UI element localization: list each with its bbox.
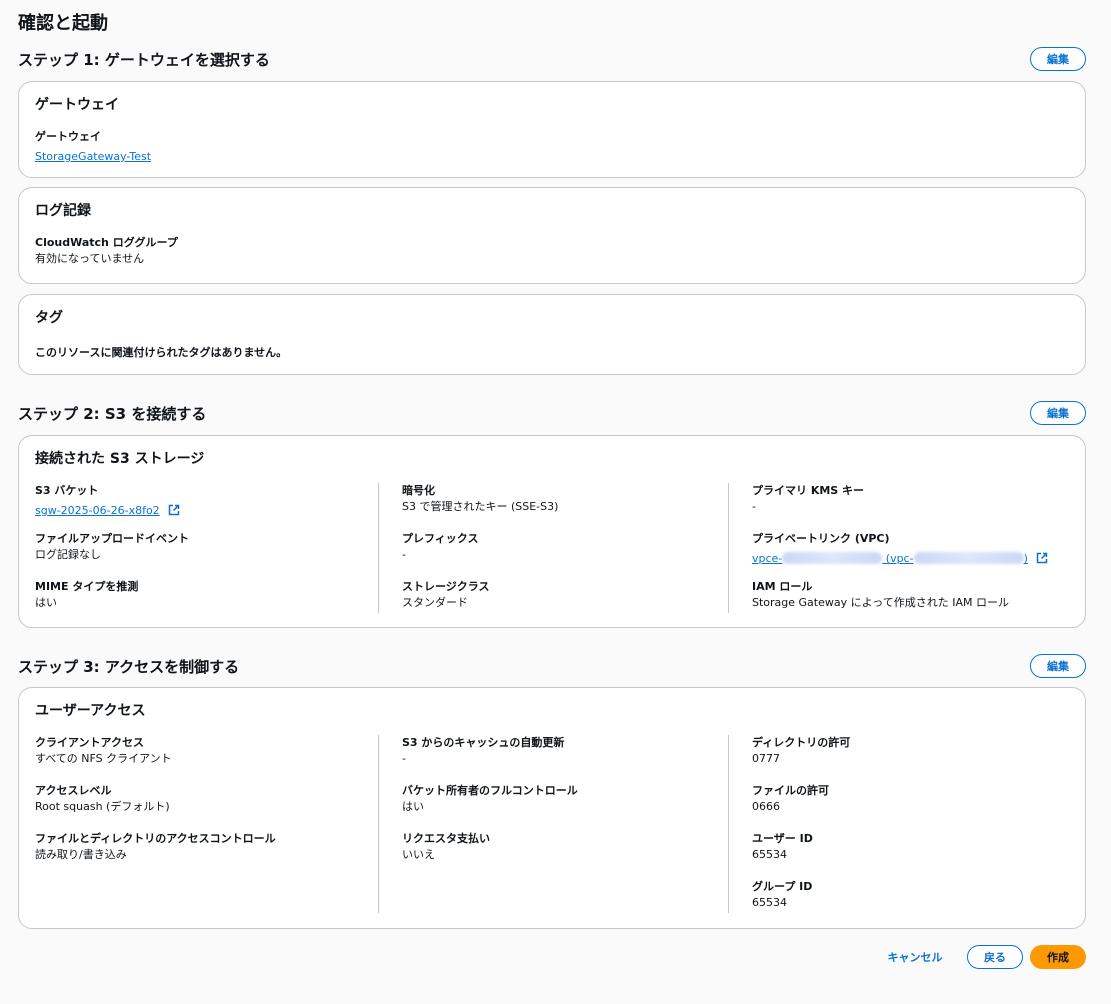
s3-bucket-link[interactable]: sgw-2025-06-26-x8fo2: [35, 504, 160, 517]
cache-refresh-label: S3 からのキャッシュの自動更新: [402, 736, 565, 749]
gateway-label: ゲートウェイ: [35, 130, 101, 143]
user-access-card: ユーザーアクセス クライアントアクセス すべての NFS クライアント アクセス…: [18, 687, 1086, 929]
user-id-field: ユーザー ID 65534: [752, 831, 813, 863]
tags-card: タグ このリソースに関連付けられたタグはありません。: [18, 294, 1086, 375]
step2-title: ステップ 2: S3 を接続する: [18, 404, 207, 423]
prefix-field: プレフィックス -: [402, 531, 478, 563]
encryption-label: 暗号化: [402, 484, 435, 497]
file-permission-field: ファイルの許可 0666: [752, 783, 829, 815]
bucket-owner-value: はい: [402, 800, 424, 813]
external-link-icon[interactable]: [168, 504, 180, 516]
create-button[interactable]: 作成: [1030, 945, 1086, 969]
dir-permission-label: ディレクトリの許可: [752, 736, 851, 749]
vpc-endpoint-link[interactable]: vpce- (vpc-): [752, 552, 1028, 565]
private-link-field: プライベートリンク (VPC) vpce- (vpc-): [752, 531, 1048, 567]
step2-header: ステップ 2: S3 を接続する 編集: [18, 401, 1086, 425]
vpc-suffix: ): [1023, 552, 1028, 565]
group-id-label: グループ ID: [752, 880, 813, 893]
encryption-value: S3 で管理されたキー (SSE-S3): [402, 500, 559, 513]
step2-edit-button[interactable]: 編集: [1030, 401, 1086, 425]
gateway-card: ゲートウェイ ゲートウェイ StorageGateway-Test: [18, 81, 1086, 178]
step1-edit-button[interactable]: 編集: [1030, 47, 1086, 71]
user-id-value: 65534: [752, 848, 787, 861]
redacted-text: [913, 552, 1024, 564]
storage-class-value: スタンダード: [402, 596, 468, 609]
redacted-text: [782, 552, 883, 564]
prefix-label: プレフィックス: [402, 532, 479, 545]
s3-bucket-field: S3 バケット sgw-2025-06-26-x8fo2: [35, 483, 180, 519]
file-dir-access-label: ファイルとディレクトリのアクセスコントロール: [35, 832, 276, 845]
cloudwatch-field: CloudWatch ロググループ 有効になっていません: [35, 235, 178, 267]
storage-class-label: ストレージクラス: [402, 580, 490, 593]
requester-pays-field: リクエスタ支払い いいえ: [402, 831, 490, 863]
access-level-value: Root squash (デフォルト): [35, 800, 170, 813]
cloudwatch-value: 有効になっていません: [35, 252, 145, 265]
prefix-value: -: [402, 548, 406, 561]
cache-refresh-field: S3 からのキャッシュの自動更新 -: [402, 735, 564, 767]
primary-kms-key-label: プライマリ KMS キー: [752, 484, 865, 497]
logging-card: ログ記録 CloudWatch ロググループ 有効になっていません: [18, 187, 1086, 284]
user-access-card-title: ユーザーアクセス: [35, 703, 146, 719]
vpc-prefix: (vpc-: [882, 552, 914, 565]
dir-permission-value: 0777: [752, 752, 780, 765]
s3-storage-card-title: 接続された S3 ストレージ: [35, 451, 205, 467]
group-id-field: グループ ID 65534: [752, 879, 812, 911]
column-divider: [728, 483, 729, 613]
encryption-field: 暗号化 S3 で管理されたキー (SSE-S3): [402, 483, 558, 515]
s3-storage-card: 接続された S3 ストレージ S3 バケット sgw-2025-06-26-x8…: [18, 435, 1086, 628]
step3-header: ステップ 3: アクセスを制御する 編集: [18, 654, 1086, 678]
requester-pays-value: いいえ: [402, 848, 435, 861]
step3-title: ステップ 3: アクセスを制御する: [18, 657, 240, 676]
file-dir-access-value: 読み取り/書き込み: [35, 848, 127, 861]
tags-card-title: タグ: [35, 310, 63, 326]
file-permission-label: ファイルの許可: [752, 784, 829, 797]
back-button[interactable]: 戻る: [967, 945, 1023, 969]
gateway-card-title: ゲートウェイ: [35, 97, 119, 113]
mime-type-label: MIME タイプを推測: [35, 580, 139, 593]
storage-class-field: ストレージクラス スタンダード: [402, 579, 490, 611]
client-access-label: クライアントアクセス: [35, 736, 145, 749]
column-divider: [378, 483, 379, 613]
file-permission-value: 0666: [752, 800, 780, 813]
external-link-icon[interactable]: [1036, 552, 1048, 564]
step1-title: ステップ 1: ゲートウェイを選択する: [18, 50, 270, 69]
cloudwatch-label: CloudWatch ロググループ: [35, 236, 178, 249]
iam-role-field: IAM ロール Storage Gateway によって作成された IAM ロー…: [752, 579, 1009, 611]
user-id-label: ユーザー ID: [752, 832, 813, 845]
iam-role-value: Storage Gateway によって作成された IAM ロール: [752, 596, 1009, 609]
primary-kms-key-value: -: [752, 500, 756, 513]
access-level-label: アクセスレベル: [35, 784, 112, 797]
group-id-value: 65534: [752, 896, 787, 909]
bucket-owner-field: バケット所有者のフルコントロール はい: [402, 783, 578, 815]
vpce-prefix: vpce-: [752, 552, 783, 565]
file-upload-event-field: ファイルアップロードイベント ログ記録なし: [35, 531, 189, 563]
tags-empty-text: このリソースに関連付けられたタグはありません。: [35, 346, 288, 359]
s3-bucket-label: S3 バケット: [35, 484, 99, 497]
page-title: 確認と起動: [18, 13, 108, 34]
column-divider: [378, 735, 379, 913]
iam-role-label: IAM ロール: [752, 580, 813, 593]
private-link-label: プライベートリンク (VPC): [752, 532, 890, 545]
client-access-value: すべての NFS クライアント: [35, 752, 172, 765]
column-divider: [728, 735, 729, 913]
mime-type-field: MIME タイプを推測 はい: [35, 579, 138, 611]
cache-refresh-value: -: [402, 752, 406, 765]
primary-kms-key-field: プライマリ KMS キー -: [752, 483, 864, 515]
cancel-button[interactable]: キャンセル: [880, 945, 950, 969]
file-dir-access-field: ファイルとディレクトリのアクセスコントロール 読み取り/書き込み: [35, 831, 276, 863]
mime-type-value: はい: [35, 596, 57, 609]
step3-edit-button[interactable]: 編集: [1030, 654, 1086, 678]
client-access-field: クライアントアクセス すべての NFS クライアント: [35, 735, 172, 767]
logging-card-title: ログ記録: [35, 203, 91, 219]
step1-header: ステップ 1: ゲートウェイを選択する 編集: [18, 47, 1086, 71]
bucket-owner-label: バケット所有者のフルコントロール: [402, 784, 578, 797]
gateway-link[interactable]: StorageGateway-Test: [35, 150, 151, 163]
file-upload-event-value: ログ記録なし: [35, 548, 101, 561]
access-level-field: アクセスレベル Root squash (デフォルト): [35, 783, 170, 815]
dir-permission-field: ディレクトリの許可 0777: [752, 735, 850, 767]
gateway-field: ゲートウェイ StorageGateway-Test: [35, 129, 151, 165]
requester-pays-label: リクエスタ支払い: [402, 832, 490, 845]
file-upload-event-label: ファイルアップロードイベント: [35, 532, 189, 545]
